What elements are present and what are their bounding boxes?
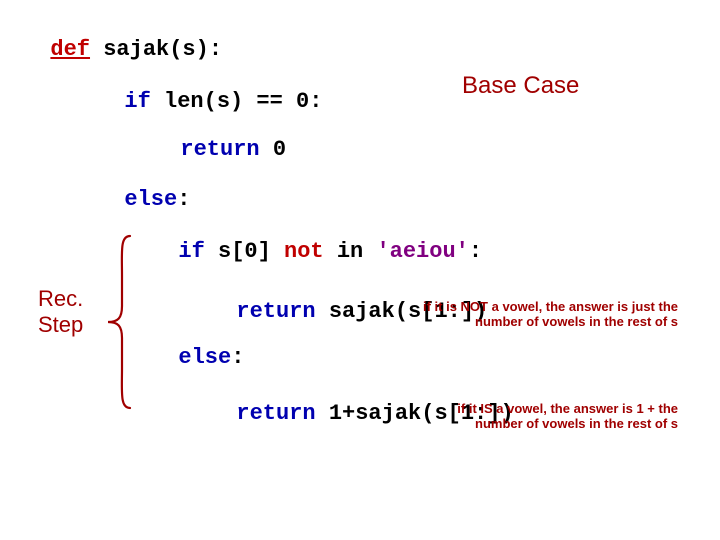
- code-text: s[0]: [205, 239, 284, 264]
- code-text: len(s) == 0:: [151, 89, 323, 114]
- code-line-7: else:: [152, 320, 244, 370]
- code-text: :: [177, 187, 190, 212]
- kw-return: return: [236, 401, 315, 426]
- code-line-3: return 0: [154, 112, 286, 162]
- annot-note-is-vowel: if it IS a vowel, the answer is 1 + the …: [408, 402, 678, 432]
- annot-rec-line2: Step: [38, 312, 83, 337]
- annot-rec-line1: Rec.: [38, 286, 83, 311]
- annot-rec-step: Rec. Step: [38, 286, 83, 339]
- kw-if: if: [124, 89, 150, 114]
- code-text: :: [469, 239, 482, 264]
- code-text: 0: [260, 137, 286, 162]
- code-line-2: if len(s) == 0:: [98, 64, 322, 114]
- kw-not: not: [284, 239, 324, 264]
- kw-if: if: [178, 239, 204, 264]
- code-line-4: else:: [98, 162, 190, 212]
- brace-icon: [102, 232, 136, 412]
- code-text: sajak(s):: [90, 37, 222, 62]
- code-line-1: def sajak(s):: [24, 12, 222, 62]
- code-text: in: [324, 239, 377, 264]
- code-line-5: if s[0] not in 'aeiou':: [152, 214, 482, 264]
- kw-return: return: [236, 299, 315, 324]
- kw-else: else: [178, 345, 231, 370]
- code-text: :: [231, 345, 244, 370]
- string-literal: 'aeiou': [376, 239, 468, 264]
- annot-base-case: Base Case: [462, 72, 579, 100]
- annot-note-not-vowel: if it is NOT a vowel, the answer is just…: [408, 300, 678, 330]
- kw-return: return: [180, 137, 259, 162]
- kw-def: def: [50, 37, 90, 62]
- kw-else: else: [124, 187, 177, 212]
